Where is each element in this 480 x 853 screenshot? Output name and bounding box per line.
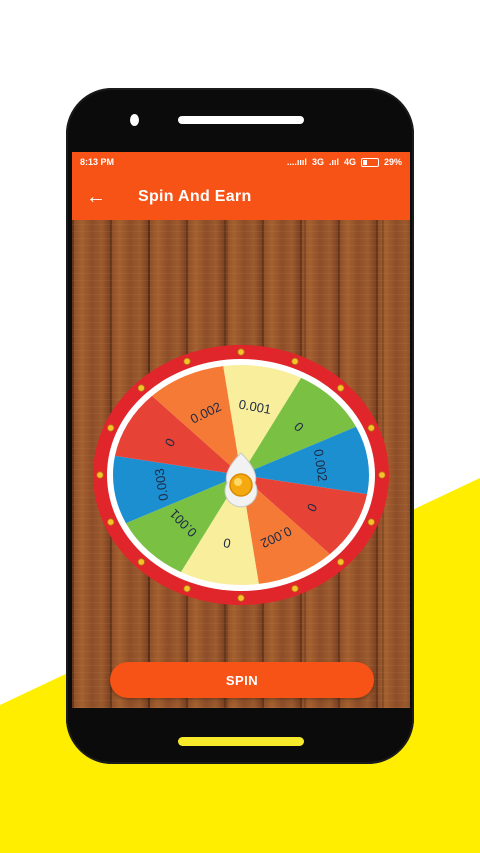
rim-bulb — [137, 384, 145, 392]
top-speaker — [178, 116, 304, 124]
rim-bulb — [137, 558, 145, 566]
battery-percent: 29% — [383, 157, 402, 167]
page-title: Spin And Earn — [138, 188, 252, 205]
battery-icon — [360, 157, 379, 167]
wheel-center-knob[interactable] — [229, 473, 253, 497]
network-label-3g: 3G — [311, 157, 324, 167]
rim-bulb — [337, 384, 345, 392]
rim-bulb — [183, 357, 191, 365]
status-time: 8:13 PM — [80, 157, 115, 167]
rim-bulb — [107, 518, 115, 526]
rim-bulb — [183, 585, 191, 593]
app-bar: ← Spin And Earn — [72, 174, 410, 220]
knob-highlight — [234, 478, 242, 486]
rim-bulb — [367, 424, 375, 432]
rim-bulb — [378, 471, 386, 479]
rim-bulb — [337, 558, 345, 566]
spin-wheel: 0.00100.00200.00200.0010.00300.002 — [93, 345, 389, 605]
signal-icon: ....ıııl — [286, 157, 307, 167]
rim-bulb — [107, 424, 115, 432]
status-icons: ....ıııl 3G .ııl 4G 29% — [287, 157, 402, 167]
rim-bulb — [291, 357, 299, 365]
signal-icon-2: .ııl — [328, 157, 339, 167]
rim-bulb — [96, 471, 104, 479]
rim-bulb — [291, 585, 299, 593]
rim-bulb — [367, 518, 375, 526]
back-arrow-icon[interactable]: ← — [86, 185, 110, 209]
rim-bulb — [237, 348, 245, 356]
status-bar: 8:13 PM ....ıııl 3G .ııl 4G 29% — [72, 152, 410, 174]
spin-button[interactable]: SPIN — [110, 662, 374, 698]
rim-bulb — [237, 594, 245, 602]
network-label-4g: 4G — [343, 157, 356, 167]
front-camera — [130, 114, 139, 126]
bottom-speaker — [178, 737, 304, 746]
